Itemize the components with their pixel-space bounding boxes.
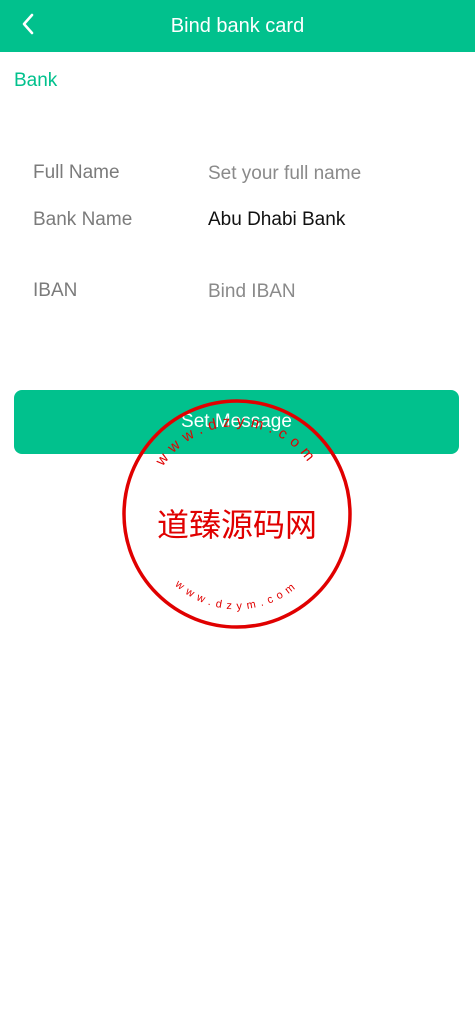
section-title: Bank	[14, 70, 58, 91]
app-header: Bind bank card	[0, 0, 475, 52]
bind-bank-card-screen: Bind bank card Bank Full Name Bank Name …	[0, 0, 475, 1024]
page-title: Bind bank card	[170, 15, 305, 37]
watermark-url-bottom: www.dzym.com	[172, 578, 296, 613]
watermark-text: 道臻源码网	[157, 506, 317, 544]
back-button[interactable]	[10, 8, 46, 44]
chevron-left-icon	[20, 12, 36, 41]
full-name-label: Full Name	[33, 162, 120, 183]
set-message-button[interactable]: Set Message	[14, 390, 459, 454]
full-name-input[interactable]	[208, 154, 458, 194]
iban-input[interactable]	[208, 272, 458, 312]
bank-name-row: Bank Name Abu Dhabi Bank	[0, 201, 475, 241]
full-name-row: Full Name	[0, 154, 475, 194]
bank-name-select[interactable]: Abu Dhabi Bank	[208, 209, 345, 231]
svg-text:www.dzym.com: www.dzym.com	[172, 578, 301, 613]
iban-label: IBAN	[33, 280, 78, 301]
iban-row: IBAN	[0, 272, 475, 312]
bank-name-label: Bank Name	[33, 209, 133, 230]
